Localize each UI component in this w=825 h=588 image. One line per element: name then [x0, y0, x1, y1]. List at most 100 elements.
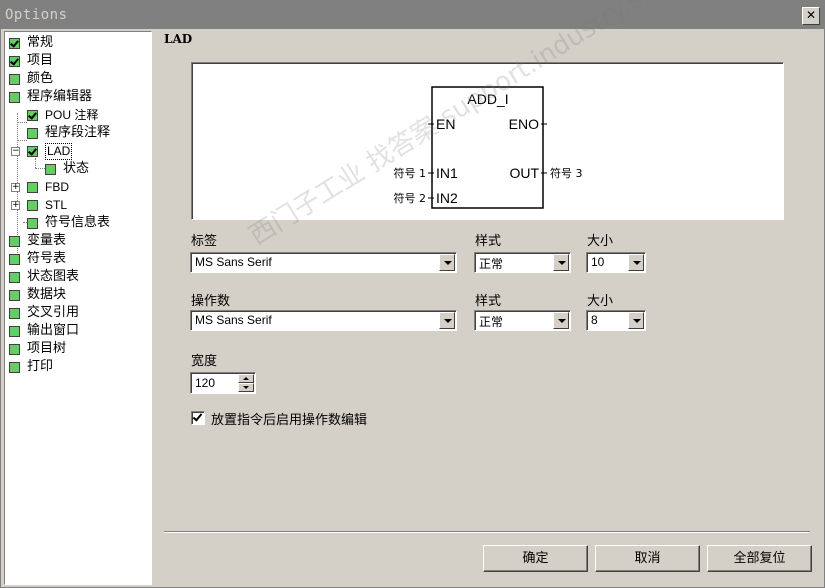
tree-item[interactable]: 交叉引用	[5, 304, 149, 322]
width-value: 120	[195, 376, 216, 390]
block-name: ADD_I	[467, 91, 508, 107]
tree-item-label: 项目树	[27, 341, 67, 356]
tree-item-label: LAD	[45, 143, 73, 160]
label-size-value: 10	[591, 255, 605, 269]
tree-checkbox-icon	[9, 326, 20, 337]
tree-item-label: 常规	[27, 35, 54, 50]
chevron-down-icon[interactable]	[439, 254, 455, 271]
tree-item-label: POU 注释	[45, 108, 99, 122]
tree-item-label: 交叉引用	[27, 305, 80, 320]
chevron-down-icon[interactable]	[553, 312, 569, 329]
operand-size-caption: 大小	[587, 294, 614, 309]
operand-size-value: 8	[591, 313, 598, 327]
tree-checkbox-icon	[9, 236, 20, 247]
label-style-select[interactable]: 正常	[474, 252, 571, 273]
in2-label: IN2	[436, 190, 458, 206]
expand-icon[interactable]: +	[11, 183, 20, 192]
expand-icon[interactable]: +	[11, 201, 20, 210]
label-size-select[interactable]: 10	[586, 252, 646, 273]
tree-checkbox-icon	[9, 272, 20, 283]
chevron-down-icon[interactable]	[628, 254, 644, 271]
collapse-icon[interactable]: −	[11, 147, 20, 156]
operand-style-select[interactable]: 正常	[474, 310, 571, 331]
en-label: EN	[436, 116, 455, 132]
chevron-down-icon[interactable]	[553, 254, 569, 271]
tree-item-label: 数据块	[27, 287, 67, 302]
operand-style-value: 正常	[479, 315, 504, 329]
tree-checkbox-icon	[9, 92, 20, 103]
out-label: OUT	[509, 165, 539, 181]
tree-item[interactable]: − LAD	[5, 142, 149, 160]
operand-style-caption: 样式	[475, 294, 502, 309]
tree-item-label: 变量表	[27, 233, 67, 248]
tree-item[interactable]: 符号表	[5, 250, 149, 268]
in1-label: IN1	[436, 165, 458, 181]
tree-item-label: STL	[45, 198, 68, 212]
tree-item-label: 颜色	[27, 71, 54, 86]
enable-operand-edit-checkbox[interactable]	[191, 411, 205, 425]
tree-item-label: 打印	[27, 359, 54, 374]
tree-item-label: 程序编辑器	[27, 89, 93, 104]
tree-item[interactable]: 打印	[5, 358, 149, 376]
tree-checkbox-icon	[27, 110, 38, 121]
chevron-down-icon[interactable]	[439, 312, 455, 329]
tree-item[interactable]: 项目树	[5, 340, 149, 358]
tree-item[interactable]: 程序段注释	[5, 124, 149, 142]
tree-item[interactable]: 状态图表	[5, 268, 149, 286]
tree-item[interactable]: + STL	[5, 196, 149, 214]
symbol-2: 符号 2	[394, 192, 427, 205]
operand-font-value: MS Sans Serif	[195, 313, 272, 327]
tree-checkbox-icon	[27, 200, 38, 211]
tree-item[interactable]: 程序编辑器	[5, 88, 149, 106]
tree-checkbox-icon	[9, 344, 20, 355]
tree-checkbox-icon	[9, 290, 20, 301]
tree-checkbox-icon	[27, 146, 38, 157]
label-font-value: MS Sans Serif	[195, 255, 272, 269]
operand-font-caption: 操作数	[191, 294, 231, 309]
tree-item-label: 符号信息表	[45, 215, 111, 230]
tree-item[interactable]: + FBD	[5, 178, 149, 196]
title-bar: Options ✕	[1, 1, 824, 29]
tree-item-label: 符号表	[27, 251, 67, 266]
symbol-1: 符号 1	[394, 167, 427, 180]
lad-preview: ADD_I EN ENO IN1 IN2 OUT 符号 1 符号 2 符号 3	[191, 62, 784, 220]
operand-size-select[interactable]: 8	[586, 310, 646, 331]
tree-checkbox-icon	[27, 128, 38, 139]
ladder-block-diagram: ADD_I EN ENO IN1 IN2 OUT 符号 1 符号 2 符号 3	[394, 86, 583, 209]
tree-item[interactable]: 项目	[5, 52, 149, 70]
eno-label: ENO	[509, 116, 539, 132]
chevron-down-icon[interactable]	[628, 312, 644, 329]
tree-checkbox-icon	[9, 74, 20, 85]
tree-checkbox-icon	[9, 254, 20, 265]
tree-item[interactable]: 常规	[5, 34, 149, 52]
label-size-caption: 大小	[587, 234, 614, 249]
tree-checkbox-icon	[9, 308, 20, 319]
tree-item[interactable]: POU 注释	[5, 106, 149, 124]
tree-item[interactable]: 输出窗口	[5, 322, 149, 340]
label-font-select[interactable]: MS Sans Serif	[190, 252, 457, 273]
label-style-value: 正常	[479, 257, 504, 271]
operand-font-select[interactable]: MS Sans Serif	[190, 310, 457, 331]
width-stepper[interactable]: 120	[190, 372, 256, 394]
divider	[164, 531, 810, 533]
cancel-button[interactable]: 取消	[595, 545, 700, 572]
tree-item[interactable]: 符号信息表	[5, 214, 149, 232]
label-font-caption: 标签	[191, 234, 218, 249]
tree-item[interactable]: 变量表	[5, 232, 149, 250]
label-style-caption: 样式	[475, 234, 502, 249]
reset-all-button[interactable]: 全部复位	[707, 545, 812, 572]
tree-item-label: 状态	[63, 161, 90, 176]
tree-checkbox-icon	[45, 164, 56, 175]
ok-button[interactable]: 确定	[483, 545, 588, 572]
tree-item-label: 项目	[27, 53, 54, 68]
tree-item[interactable]: 颜色	[5, 70, 149, 88]
tree-checkbox-icon	[9, 38, 20, 49]
window-title: Options	[5, 7, 68, 23]
tree-item[interactable]: 状态	[5, 160, 149, 178]
spin-down-icon[interactable]	[238, 383, 254, 392]
close-icon[interactable]: ✕	[802, 7, 820, 25]
panel-title: LAD	[164, 32, 193, 46]
spin-up-icon[interactable]	[238, 374, 254, 383]
tree-item[interactable]: 数据块	[5, 286, 149, 304]
options-window: Options ✕ 常规 项目 颜色 程序编辑器 POU 注释 程序段注释 − LAD 状态 + F…	[0, 0, 825, 588]
